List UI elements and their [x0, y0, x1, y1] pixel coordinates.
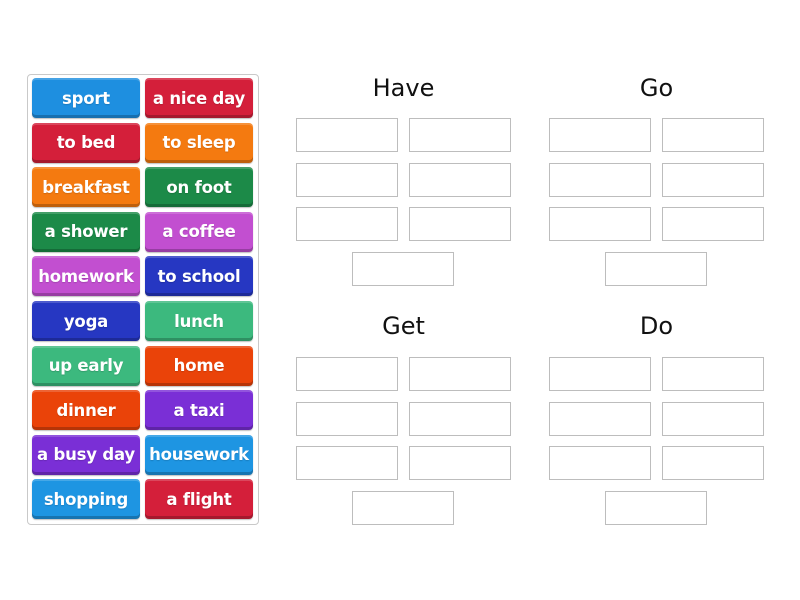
- group-heading-go: Go: [639, 74, 674, 102]
- drop-slot-do[interactable]: [549, 446, 651, 481]
- word-tile[interactable]: a taxi: [145, 390, 253, 431]
- word-tile[interactable]: breakfast: [32, 167, 140, 208]
- word-tile[interactable]: lunch: [145, 301, 253, 341]
- drop-slot-go[interactable]: [549, 207, 651, 242]
- drop-slot-go[interactable]: [662, 118, 764, 152]
- drop-slot-do[interactable]: [662, 401, 764, 436]
- word-tile[interactable]: on foot: [145, 167, 253, 208]
- word-tile[interactable]: sport: [32, 78, 140, 118]
- word-tile[interactable]: shopping: [32, 479, 140, 520]
- group-heading-do: Do: [639, 312, 674, 340]
- drop-slot-get[interactable]: [409, 446, 511, 481]
- word-tile[interactable]: homework: [32, 256, 140, 297]
- word-tile[interactable]: housework: [145, 434, 253, 475]
- drop-slot-do[interactable]: [605, 491, 707, 526]
- drop-slot-have[interactable]: [409, 162, 511, 197]
- drop-slot-go[interactable]: [549, 118, 651, 152]
- drop-slot-have[interactable]: [352, 252, 454, 287]
- drop-slot-get[interactable]: [409, 401, 511, 436]
- word-tile[interactable]: a flight: [145, 479, 253, 520]
- word-tile[interactable]: a nice day: [145, 78, 253, 118]
- drop-slot-get[interactable]: [296, 446, 398, 481]
- group-heading-get: Get: [382, 312, 425, 340]
- word-tile[interactable]: to bed: [32, 122, 140, 163]
- group-heading-have: Have: [372, 74, 435, 102]
- drop-slot-do[interactable]: [662, 357, 764, 391]
- drop-slot-go[interactable]: [549, 162, 651, 197]
- drop-slot-do[interactable]: [549, 357, 651, 391]
- drop-slot-do[interactable]: [662, 446, 764, 481]
- drop-slot-get[interactable]: [296, 357, 398, 391]
- drop-slot-go[interactable]: [662, 162, 764, 197]
- drop-slot-have[interactable]: [409, 207, 511, 242]
- word-tile[interactable]: up early: [32, 345, 140, 386]
- word-tile[interactable]: a busy day: [32, 434, 140, 475]
- word-tile[interactable]: dinner: [32, 390, 140, 431]
- drop-slot-have[interactable]: [296, 162, 398, 197]
- word-tile[interactable]: yoga: [32, 301, 140, 341]
- drop-slot-go[interactable]: [662, 207, 764, 242]
- drop-slot-get[interactable]: [409, 357, 511, 391]
- word-tile[interactable]: home: [145, 345, 253, 386]
- word-tile[interactable]: to sleep: [145, 122, 253, 163]
- drop-slot-have[interactable]: [409, 118, 511, 152]
- word-tile[interactable]: a shower: [32, 211, 140, 252]
- drop-slot-do[interactable]: [549, 401, 651, 436]
- drop-slot-have[interactable]: [296, 207, 398, 242]
- drop-slot-get[interactable]: [352, 491, 454, 526]
- drop-slot-get[interactable]: [296, 401, 398, 436]
- drop-slot-have[interactable]: [296, 118, 398, 152]
- word-tile[interactable]: a coffee: [145, 211, 253, 252]
- word-tile[interactable]: to school: [145, 256, 253, 297]
- drop-slot-go[interactable]: [605, 252, 707, 287]
